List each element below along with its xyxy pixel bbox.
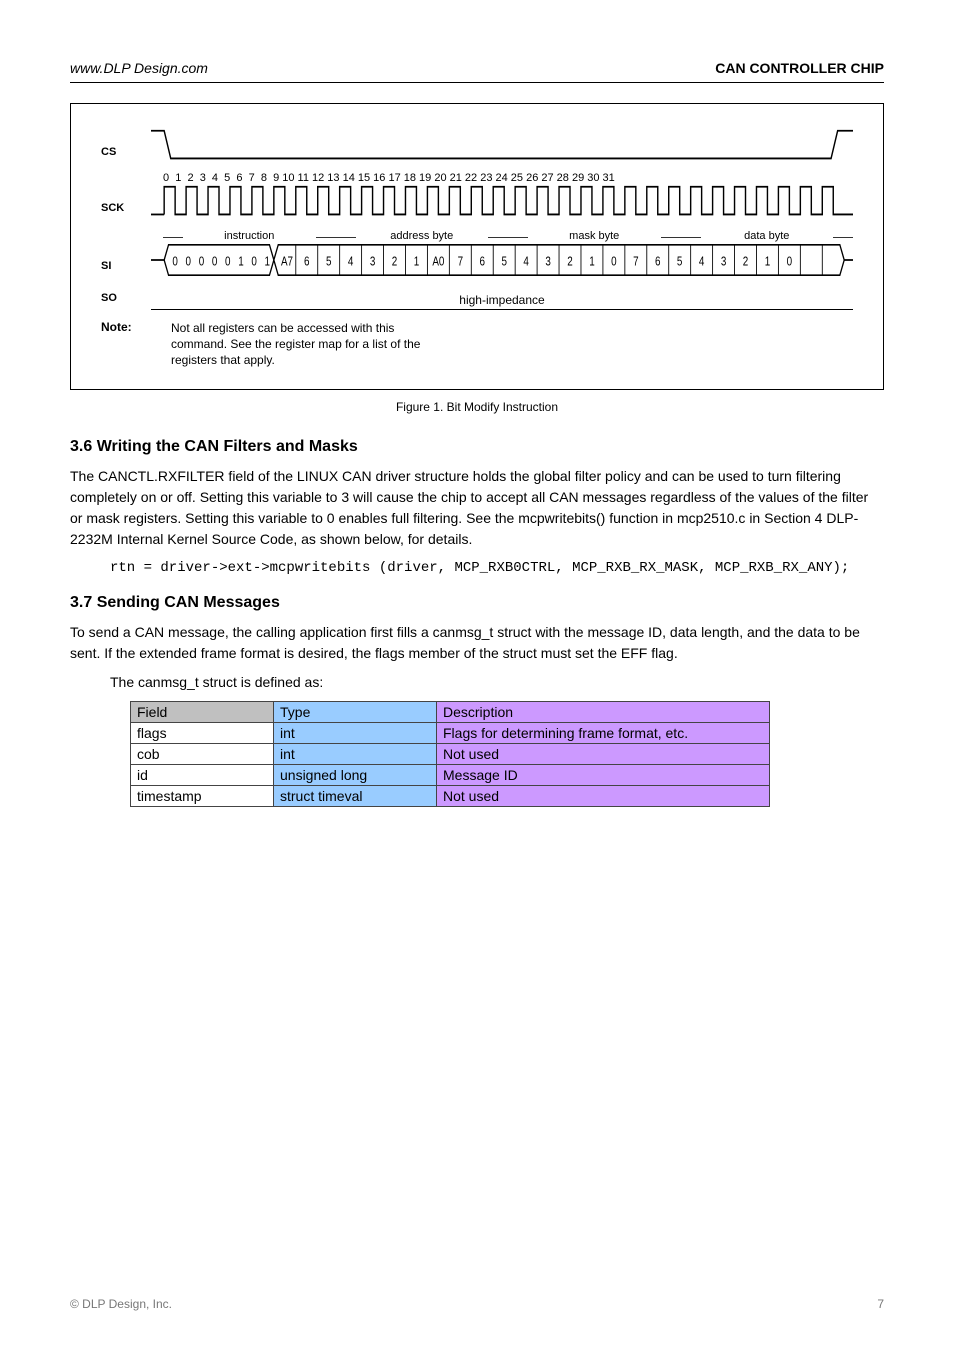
col-header-field: Field (131, 701, 274, 722)
cell-type: unsigned long (274, 764, 437, 785)
sck-tick-numbers: 0 1 2 3 4 5 6 7 8 9 10 11 12 13 14 15 16… (163, 172, 853, 184)
footer-copyright: © DLP Design, Inc. (70, 1297, 172, 1311)
svg-text:3: 3 (721, 256, 726, 269)
svg-text:0: 0 (611, 256, 616, 269)
svg-text:7: 7 (633, 256, 638, 269)
struct-intro: The canmsg_t struct is defined as: (110, 672, 884, 693)
svg-text:1: 1 (265, 256, 270, 269)
table-row: cob int Not used (131, 743, 770, 764)
section-3-6-body: The CANCTL.RXFILTER field of the LINUX C… (70, 466, 884, 550)
svg-text:0: 0 (251, 256, 256, 269)
svg-text:0: 0 (199, 256, 204, 269)
section-3-7-body: To send a CAN message, the calling appli… (70, 622, 884, 664)
svg-text:0: 0 (225, 256, 230, 269)
cell-field: timestamp (131, 785, 274, 806)
cell-field: id (131, 764, 274, 785)
svg-text:0: 0 (787, 256, 792, 269)
header-rule (70, 82, 884, 83)
figure-note: Note: Not all registers can be accessed … (101, 320, 853, 369)
svg-text:1: 1 (765, 256, 770, 269)
instruction-label: instruction (163, 230, 336, 242)
page-footer: © DLP Design, Inc. 7 (0, 1297, 954, 1311)
svg-text:A0: A0 (432, 256, 444, 269)
cell-desc: Message ID (437, 764, 770, 785)
svg-text:1: 1 (414, 256, 419, 269)
svg-text:7: 7 (458, 256, 463, 269)
mask-label: mask byte (508, 230, 681, 242)
svg-text:2: 2 (392, 256, 397, 269)
so-row: SO high-impedance (101, 292, 853, 310)
note-text: Not all registers can be accessed with t… (171, 320, 451, 369)
svg-text:3: 3 (370, 256, 375, 269)
cell-type: int (274, 743, 437, 764)
so-label: SO (101, 292, 151, 310)
svg-text:0: 0 (212, 256, 217, 269)
svg-text:4: 4 (348, 256, 353, 269)
page-header: www.DLP Design.com CAN CONTROLLER CHIP (70, 60, 884, 76)
cell-field: flags (131, 722, 274, 743)
data-label: data byte (681, 230, 854, 242)
svg-text:4: 4 (523, 256, 528, 269)
cell-type: int (274, 722, 437, 743)
header-right: CAN CONTROLLER CHIP (715, 60, 884, 76)
si-waveform: 0 0 0 0 0 1 0 1 A7 6 5 4 3 2 1 A0 7 (151, 242, 853, 278)
canmsg-struct-table: Field Type Description flags int Flags f… (130, 701, 770, 807)
section-3-7-title: 3.7 Sending CAN Messages (70, 594, 884, 612)
cs-waveform (151, 128, 853, 164)
cell-desc: Not used (437, 743, 770, 764)
svg-text:5: 5 (326, 256, 331, 269)
col-header-type: Type (274, 701, 437, 722)
cs-row: CS (101, 128, 853, 164)
figure-caption: Figure 1. Bit Modify Instruction (70, 400, 884, 414)
svg-text:0: 0 (186, 256, 191, 269)
table-header-row: Field Type Description (131, 701, 770, 722)
byte-labels: instruction address byte mask byte data … (163, 230, 853, 242)
cell-type: struct timeval (274, 785, 437, 806)
section-3-6-title: 3.6 Writing the CAN Filters and Masks (70, 438, 884, 456)
svg-text:2: 2 (567, 256, 572, 269)
svg-text:1: 1 (238, 256, 243, 269)
so-high-impedance: high-impedance (151, 293, 853, 310)
svg-text:6: 6 (655, 256, 660, 269)
address-label: address byte (336, 230, 509, 242)
svg-text:0: 0 (172, 256, 177, 269)
cell-desc: Flags for determining frame format, etc. (437, 722, 770, 743)
footer-page-number: 7 (877, 1297, 884, 1311)
svg-text:6: 6 (480, 256, 485, 269)
cell-field: cob (131, 743, 274, 764)
table-row: id unsigned long Message ID (131, 764, 770, 785)
cs-label: CS (101, 146, 151, 164)
svg-text:1: 1 (589, 256, 594, 269)
cell-desc: Not used (437, 785, 770, 806)
table-row: flags int Flags for determining frame fo… (131, 722, 770, 743)
code-signature-mcpwritebits: rtn = driver->ext->mcpwritebits (driver,… (110, 560, 884, 576)
svg-text:3: 3 (545, 256, 550, 269)
table-row: timestamp struct timeval Not used (131, 785, 770, 806)
col-header-desc: Description (437, 701, 770, 722)
svg-text:5: 5 (677, 256, 682, 269)
sck-row: SCK (101, 184, 853, 220)
svg-text:4: 4 (699, 256, 704, 269)
svg-text:2: 2 (743, 256, 748, 269)
sck-label: SCK (101, 202, 151, 220)
si-label: SI (101, 260, 151, 278)
header-left: www.DLP Design.com (70, 60, 208, 76)
note-label: Note: (101, 320, 171, 369)
svg-text:6: 6 (304, 256, 309, 269)
svg-text:5: 5 (501, 256, 506, 269)
figure-box: CS 0 1 2 3 4 5 6 7 8 9 10 11 12 13 14 15… (70, 103, 884, 390)
si-row: SI (101, 242, 853, 278)
svg-text:A7: A7 (281, 256, 293, 269)
sck-waveform (151, 184, 853, 220)
